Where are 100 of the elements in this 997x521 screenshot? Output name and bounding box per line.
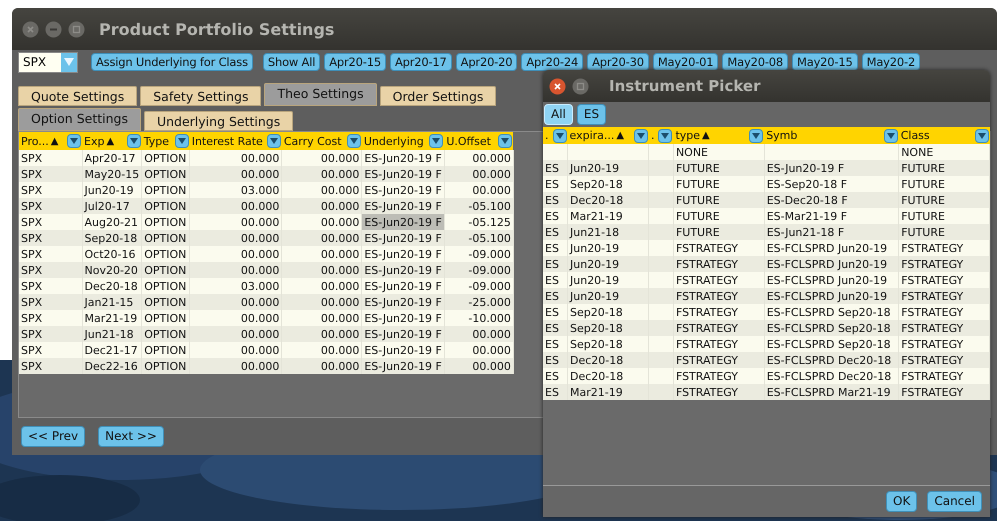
column-menu-button[interactable]: [658, 128, 672, 142]
table-cell: FUTURE: [898, 176, 990, 192]
table-cell: ES: [543, 208, 568, 224]
table-cell: Mar21-19: [568, 384, 649, 400]
table-cell: 00.000: [282, 246, 362, 262]
chevron-down-icon: [350, 138, 358, 144]
table-cell: NONE: [673, 144, 764, 160]
column-menu-button[interactable]: [498, 134, 512, 148]
cancel-button[interactable]: Cancel: [927, 491, 982, 512]
expiry-filter-button[interactable]: May20-01: [652, 53, 718, 71]
settings-tab[interactable]: Theo Settings: [264, 83, 377, 106]
expiry-filter-button[interactable]: Apr20-15: [324, 53, 386, 71]
table-cell: 00.000: [190, 310, 282, 326]
table-cell: FSTRATEGY: [673, 384, 764, 400]
column-menu-button[interactable]: [126, 134, 141, 148]
table-cell: ES-Jun20-19 F: [764, 160, 899, 176]
column-menu-button[interactable]: [266, 134, 281, 148]
settings-tab[interactable]: Order Settings: [380, 86, 496, 106]
column-menu-button[interactable]: [346, 134, 361, 148]
sort-arrow-icon: ▲: [50, 136, 58, 146]
column-header[interactable]: expira...: [570, 129, 614, 142]
table-cell: FSTRATEGY: [898, 256, 990, 272]
table-cell: 00.000: [190, 326, 282, 342]
table-cell: SPX: [19, 230, 82, 246]
settings-tab[interactable]: Quote Settings: [18, 86, 138, 106]
table-cell: ES-Mar21-19 F: [764, 208, 899, 224]
table-cell: 00.000: [282, 214, 362, 230]
close-icon[interactable]: [549, 78, 566, 94]
table-cell: ES-FCLSPRD Jun20-19: [764, 288, 899, 304]
table-cell: ES-Jun20-19 F: [362, 326, 444, 342]
table-cell: -09.000: [444, 262, 514, 278]
table-cell: ES-Jun20-19 F: [362, 166, 444, 182]
table-cell: NONE: [898, 144, 990, 160]
maximize-icon[interactable]: [572, 78, 589, 94]
table-cell: ES-Jun20-19 F: [362, 294, 444, 310]
column-menu-button[interactable]: [974, 128, 988, 142]
window-title: Instrument Picker: [609, 77, 760, 95]
table-cell: -05.100: [444, 198, 514, 214]
table-cell: Jun21-18: [82, 326, 142, 342]
expiry-filter-button[interactable]: May20-2: [862, 53, 920, 71]
settings-subtab[interactable]: Underlying Settings: [144, 111, 294, 131]
table-cell: ES: [543, 160, 568, 176]
table-cell: OPTION: [142, 246, 190, 262]
ok-button[interactable]: OK: [886, 491, 918, 512]
table-cell: Dec20-18: [568, 352, 649, 368]
table-cell: FUTURE: [898, 160, 990, 176]
table-cell: Sep20-18: [568, 320, 649, 336]
filter-button[interactable]: All: [544, 104, 573, 125]
table-cell: OPTION: [142, 310, 190, 326]
table-cell: Dec20-18: [82, 278, 142, 294]
class-dropdown[interactable]: SPX: [18, 52, 78, 72]
expiry-filter-button[interactable]: Apr20-24: [521, 53, 584, 71]
filter-button[interactable]: ES: [576, 104, 606, 125]
expiry-filter-button[interactable]: Apr20-17: [390, 53, 452, 71]
table-cell: ES: [543, 320, 568, 336]
column-menu-button[interactable]: [429, 134, 444, 148]
table-cell: ES-Jun20-19 F: [362, 358, 444, 374]
table-cell: 00.000: [190, 166, 282, 182]
table-cell: Oct20-16: [82, 246, 142, 262]
column-header[interactable]: Symb: [766, 129, 798, 142]
column-menu-button[interactable]: [552, 128, 566, 142]
expiry-filter-button[interactable]: May20-15: [792, 53, 858, 71]
table-cell: SPX: [19, 326, 82, 342]
table-cell: FUTURE: [673, 176, 764, 192]
table-cell: OPTION: [142, 230, 190, 246]
table-cell: Jan21-15: [82, 294, 142, 310]
table-cell: -09.000: [444, 246, 514, 262]
settings-subtab[interactable]: Option Settings: [18, 108, 141, 131]
table-cell: 00.000: [282, 310, 362, 326]
show-all-button[interactable]: Show All: [262, 53, 320, 71]
chevron-down-icon: [661, 132, 670, 138]
column-menu-button[interactable]: [67, 134, 81, 148]
column-menu-button[interactable]: [174, 134, 189, 148]
settings-tab[interactable]: Safety Settings: [140, 86, 262, 106]
maximize-icon[interactable]: [68, 20, 85, 38]
table-cell: ES: [543, 368, 568, 384]
table-cell: Dec20-18: [568, 192, 649, 208]
expiry-filter-button[interactable]: Apr20-20: [456, 53, 518, 71]
table-cell: FSTRATEGY: [898, 240, 990, 256]
table-cell: FUTURE: [898, 208, 990, 224]
table-cell: OPTION: [142, 198, 190, 214]
next-button[interactable]: Next >>: [98, 426, 164, 447]
column-header[interactable]: .: [650, 129, 654, 142]
table-cell: ES: [543, 288, 568, 304]
table-cell: FSTRATEGY: [898, 352, 990, 368]
chevron-down-icon: [886, 132, 895, 138]
column-header[interactable]: Pro...: [21, 134, 49, 148]
column-header[interactable]: type: [675, 129, 700, 142]
column-header[interactable]: Exp: [84, 134, 104, 148]
chevron-down-icon: [270, 138, 278, 144]
chevron-down-icon: [752, 132, 760, 138]
expiry-filter-button[interactable]: Apr20-30: [587, 53, 649, 71]
assign-underlying-button[interactable]: Assign Underlying for Class: [91, 53, 253, 71]
column-menu-button[interactable]: [749, 128, 764, 142]
expiry-filter-button[interactable]: May20-08: [722, 53, 788, 71]
table-cell: May20-15: [82, 166, 142, 182]
chevron-down-icon: [978, 132, 986, 138]
previous-button[interactable]: << Prev: [21, 426, 86, 447]
column-menu-button[interactable]: [634, 128, 648, 142]
column-menu-button[interactable]: [884, 128, 898, 142]
